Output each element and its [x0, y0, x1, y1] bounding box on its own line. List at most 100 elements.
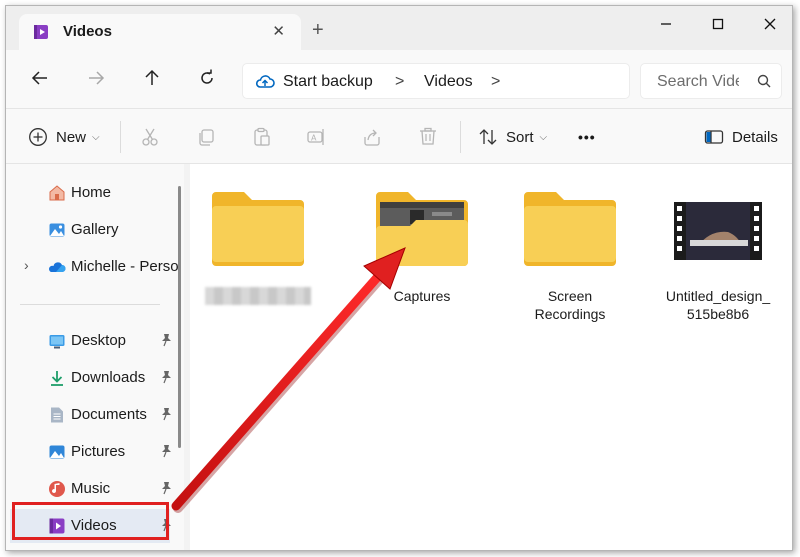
- pictures-icon: [49, 445, 65, 459]
- address-row: Start backup > Videos > Search Videos: [6, 50, 792, 108]
- refresh-button[interactable]: [193, 64, 221, 92]
- maximize-button[interactable]: [698, 10, 738, 38]
- arrow-right-icon: [89, 71, 105, 85]
- details-label: Details: [732, 128, 778, 146]
- rename-icon: A: [307, 129, 324, 145]
- sidebar-item-music[interactable]: Music: [10, 472, 172, 506]
- sidebar-divider: [20, 304, 160, 305]
- pin-icon[interactable]: [160, 407, 172, 421]
- sidebar-item-label: Pictures: [71, 443, 126, 460]
- details-button[interactable]: Details: [704, 123, 778, 151]
- video-thumbnail-icon: [674, 202, 762, 260]
- paste-icon: [254, 127, 270, 146]
- pin-icon[interactable]: [160, 333, 172, 347]
- trash-icon: [420, 127, 436, 145]
- address-bar[interactable]: Start backup > Videos >: [242, 63, 630, 99]
- delete-button[interactable]: [418, 123, 438, 151]
- item-name: Captures: [393, 288, 451, 304]
- more-options-button[interactable]: •••: [578, 123, 596, 151]
- folder-item-captures[interactable]: Captures: [362, 186, 482, 305]
- sidebar-item-pictures[interactable]: Pictures: [10, 435, 172, 469]
- new-tab-button[interactable]: +: [312, 20, 324, 40]
- chevron-down-icon: ⌵: [92, 131, 100, 143]
- copy-icon: [199, 129, 214, 146]
- toolbar-divider: [460, 121, 461, 153]
- sidebar-item-documents[interactable]: Documents: [10, 398, 172, 432]
- desktop-icon: [49, 335, 65, 349]
- share-button[interactable]: [362, 123, 382, 151]
- pin-icon[interactable]: [160, 370, 172, 384]
- sidebar-item-home[interactable]: Home: [10, 176, 170, 210]
- breadcrumb-start-backup[interactable]: Start backup: [283, 73, 373, 91]
- navigation-pane: Home Gallery › Michelle - Perso Desktop …: [6, 164, 184, 550]
- cut-button[interactable]: [140, 123, 160, 151]
- minimize-icon: [661, 23, 671, 25]
- rename-button[interactable]: A: [306, 123, 326, 151]
- sidebar-item-label: Michelle - Perso: [71, 258, 179, 275]
- breadcrumb-separator[interactable]: >: [491, 73, 500, 91]
- pin-icon[interactable]: [160, 444, 172, 458]
- annotation-highlight-box: [12, 502, 169, 540]
- item-name: Untitled_design_ 515be8b6: [665, 288, 771, 322]
- share-icon: [364, 129, 380, 146]
- home-icon: [49, 185, 65, 201]
- pin-icon[interactable]: [160, 481, 172, 495]
- sort-button[interactable]: Sort ⌵: [478, 123, 547, 151]
- download-icon: [51, 371, 63, 386]
- close-tab-icon[interactable]: ✕: [272, 22, 285, 40]
- tab-strip: Videos ✕ +: [6, 6, 792, 50]
- videos-icon: [34, 25, 48, 39]
- sidebar-item-label: Gallery: [71, 221, 119, 238]
- sidebar-item-onedrive[interactable]: › Michelle - Perso: [10, 250, 179, 284]
- more-icon: •••: [578, 129, 596, 145]
- blurred-folder-name: [205, 287, 311, 305]
- breadcrumb-separator[interactable]: >: [395, 73, 404, 91]
- svg-text:A: A: [311, 134, 317, 143]
- onedrive-cloud-icon: [49, 262, 66, 272]
- maximize-icon: [712, 18, 724, 30]
- file-explorer-window: Videos ✕ + Start backup > Videos > Searc…: [5, 5, 793, 551]
- up-button[interactable]: [138, 64, 166, 92]
- sidebar-scrollbar[interactable]: [178, 186, 181, 448]
- plus-circle-icon: [29, 128, 47, 146]
- folder-icon: [212, 192, 304, 266]
- search-icon: [757, 74, 771, 88]
- chevron-down-icon: ⌵: [539, 131, 548, 143]
- folder-icon: [524, 192, 616, 266]
- breadcrumb-videos[interactable]: Videos: [424, 73, 473, 91]
- tab-title: Videos: [63, 23, 112, 40]
- minimize-button[interactable]: [646, 10, 686, 38]
- folder-item-screen-recordings[interactable]: Screen Recordings: [510, 186, 630, 323]
- file-list: Captures Screen Recordings Untitled_desi…: [190, 164, 792, 550]
- sidebar-item-gallery[interactable]: Gallery: [10, 213, 170, 247]
- new-label: New: [56, 128, 87, 146]
- documents-icon: [51, 407, 63, 423]
- back-button[interactable]: [26, 64, 54, 92]
- toolbar-divider: [120, 121, 121, 153]
- paste-button[interactable]: [252, 123, 272, 151]
- new-button[interactable]: New ⌵: [28, 123, 100, 151]
- sidebar-item-desktop[interactable]: Desktop: [10, 324, 172, 358]
- folder-with-preview-icon: [376, 192, 468, 266]
- details-pane-icon: [704, 130, 724, 144]
- tab-videos[interactable]: Videos ✕: [19, 14, 301, 50]
- close-icon: [764, 18, 776, 30]
- sort-label: Sort: [506, 128, 534, 146]
- scissors-icon: [142, 128, 158, 146]
- forward-button[interactable]: [82, 64, 110, 92]
- sidebar-item-label: Home: [71, 184, 112, 201]
- close-window-button[interactable]: [750, 10, 790, 38]
- folder-item[interactable]: [198, 186, 318, 310]
- sidebar-item-label: Desktop: [71, 332, 127, 349]
- search-input[interactable]: Search Videos: [640, 63, 782, 99]
- item-name: Screen Recordings: [534, 288, 606, 322]
- search-placeholder: Search Videos: [657, 73, 739, 90]
- sidebar-item-downloads[interactable]: Downloads: [10, 361, 172, 395]
- music-icon: [49, 481, 65, 497]
- copy-button[interactable]: [196, 123, 216, 151]
- refresh-icon: [201, 69, 213, 84]
- video-file-item[interactable]: Untitled_design_ 515be8b6: [658, 186, 778, 323]
- chevron-right-icon[interactable]: ›: [24, 257, 29, 273]
- gallery-icon: [49, 223, 65, 237]
- onedrive-backup-icon: [255, 75, 275, 88]
